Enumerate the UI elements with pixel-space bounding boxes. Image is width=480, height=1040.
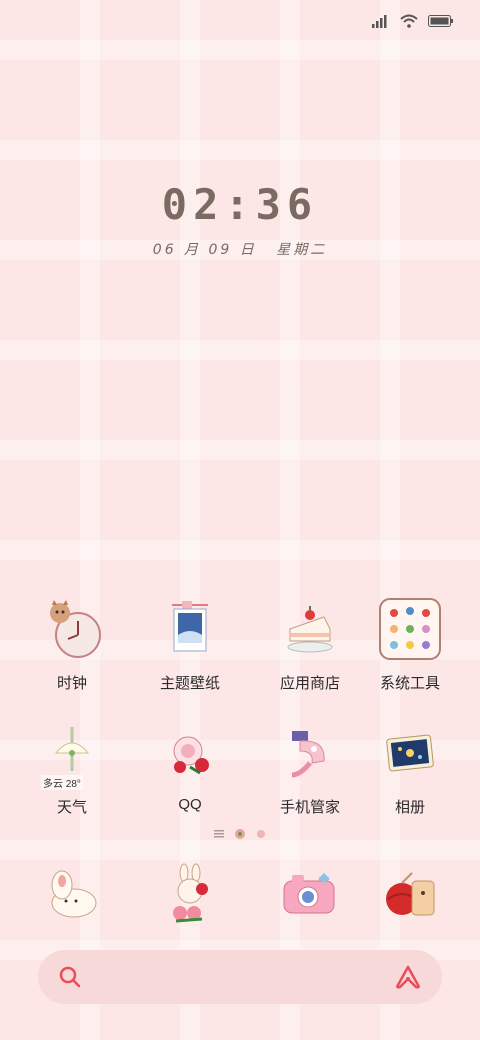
phone-manager-icon	[275, 718, 345, 788]
dock-browser[interactable]	[350, 860, 470, 930]
clock-icon	[37, 594, 107, 664]
weather-widget-text: 多云 28°	[41, 775, 83, 790]
app-theme-wallpaper[interactable]: 主题壁纸	[130, 594, 250, 693]
qq-icon	[155, 718, 225, 788]
weather-icon: 多云 28°	[37, 718, 107, 790]
dock-phone[interactable]	[12, 860, 132, 930]
page-dot-active-icon	[235, 829, 245, 839]
search-bar[interactable]	[38, 950, 442, 1004]
app-store-icon	[275, 594, 345, 664]
app-label: QQ	[178, 796, 202, 813]
page-indicator[interactable]	[0, 828, 480, 840]
app-label: 时钟	[56, 675, 87, 692]
assistant-icon[interactable]	[394, 965, 422, 989]
clock-time: 02:36	[161, 180, 319, 229]
camera-icon	[275, 860, 345, 930]
status-bar	[372, 12, 454, 30]
browser-icon	[375, 860, 445, 930]
battery-icon	[428, 15, 453, 27]
messages-icon	[155, 860, 225, 930]
clock-date: 06 月 09 日 星期二	[0, 239, 480, 259]
app-gallery[interactable]: 相册	[350, 718, 470, 817]
app-label: 相册	[394, 799, 425, 816]
dock-messages[interactable]	[130, 860, 250, 930]
app-label: 天气	[56, 799, 87, 816]
app-label: 主题壁纸	[159, 675, 220, 692]
weekday-text: 星期二	[276, 242, 328, 258]
gallery-icon	[375, 718, 445, 788]
app-system-tools[interactable]: 系统工具	[350, 594, 470, 693]
clock-widget[interactable]: 02:36 06 月 09 日 星期二	[0, 180, 480, 259]
signal-icon	[372, 15, 387, 28]
search-icon[interactable]	[58, 965, 82, 989]
app-weather[interactable]: 多云 28° 天气	[12, 718, 132, 817]
app-label: 系统工具	[379, 675, 440, 692]
theme-wallpaper-icon	[155, 594, 225, 664]
wifi-icon	[400, 14, 418, 28]
app-clock[interactable]: 时钟	[12, 594, 132, 693]
page-dot-icon	[257, 830, 265, 838]
phone-icon	[37, 860, 107, 930]
date-text: 06 月 09 日	[152, 242, 257, 258]
system-tools-folder-icon	[375, 594, 445, 664]
menu-lines-icon	[214, 830, 224, 838]
app-qq[interactable]: QQ	[130, 718, 250, 813]
